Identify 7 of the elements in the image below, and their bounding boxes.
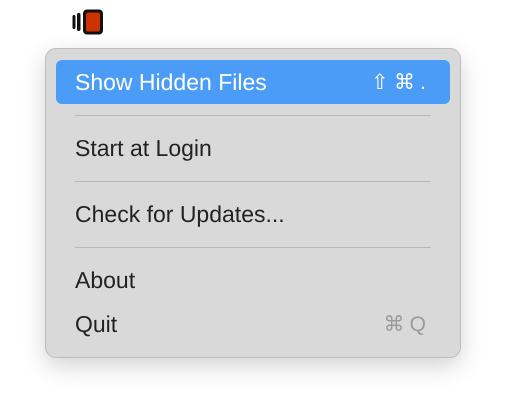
menu-item[interactable]: About	[56, 258, 450, 302]
menu-item[interactable]: Quit ⌘Q	[56, 302, 450, 346]
status-bar-app-icon[interactable]	[72, 8, 104, 36]
keyboard-shortcut: ⇧⌘.	[371, 70, 431, 94]
menu-item[interactable]: Check for Updates...	[56, 192, 450, 236]
menu-item[interactable]: Start at Login	[56, 126, 450, 170]
keyboard-shortcut: ⌘Q	[384, 312, 431, 336]
